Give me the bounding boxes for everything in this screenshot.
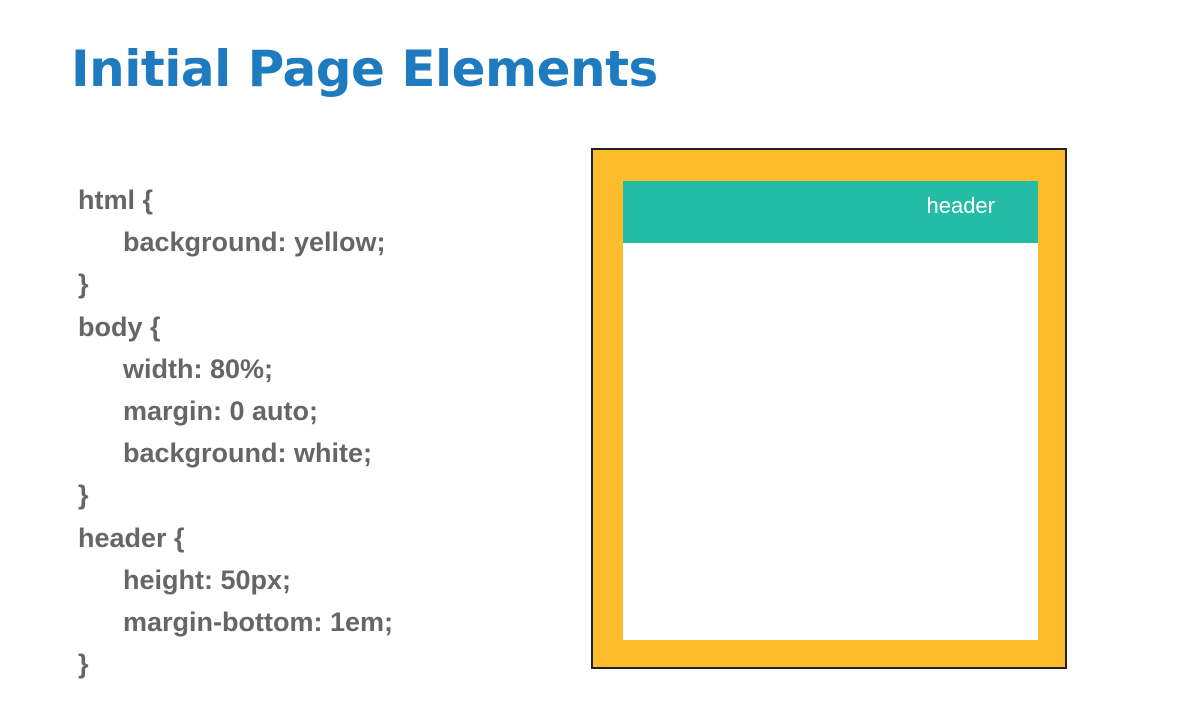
code-line: }: [78, 480, 89, 511]
code-line: }: [78, 649, 89, 680]
code-line: width: 80%;: [123, 353, 274, 384]
code-line: margin: 0 auto;: [123, 395, 319, 426]
header-label: header: [926, 193, 995, 218]
code-line: }: [78, 269, 89, 300]
code-line: background: white;: [123, 438, 372, 469]
slide-title: Initial Page Elements: [71, 40, 658, 98]
layout-diagram-header: header: [623, 181, 1038, 243]
code-line: background: yellow;: [123, 227, 386, 258]
css-code-block: html { background: yellow;} body { width: 8…: [78, 179, 393, 685]
code-line: height: 50px;: [123, 564, 292, 595]
code-line: body {: [78, 311, 161, 342]
code-line: margin-bottom: 1em;: [123, 606, 393, 637]
layout-diagram-body: header: [623, 181, 1038, 640]
code-line: html {: [78, 185, 154, 215]
code-line: header {: [78, 522, 185, 553]
layout-diagram-html: header: [591, 148, 1067, 669]
